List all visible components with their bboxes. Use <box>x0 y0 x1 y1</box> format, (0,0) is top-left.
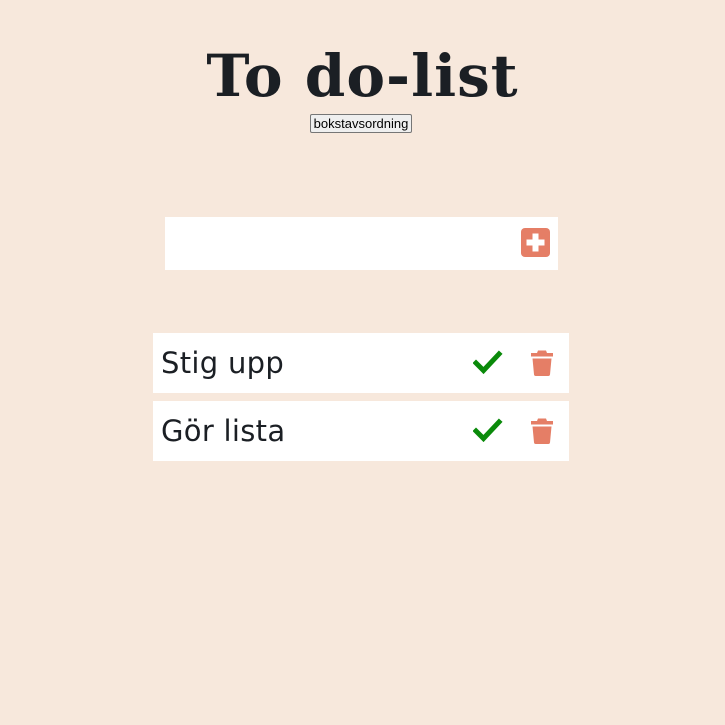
task-input[interactable] <box>175 225 505 262</box>
delete-button[interactable] <box>530 349 554 377</box>
todo-text: Stig upp <box>161 346 285 380</box>
check-icon <box>472 418 503 443</box>
sort-alphabetical-button[interactable]: bokstavsordning <box>310 114 412 133</box>
trash-icon <box>531 350 553 376</box>
plus-square-icon <box>526 233 545 252</box>
todo-item: Stig upp <box>153 333 569 393</box>
todo-item: Gör lista <box>153 401 569 461</box>
todo-text: Gör lista <box>161 414 286 448</box>
trash-icon <box>531 418 553 444</box>
complete-button[interactable] <box>472 350 503 376</box>
add-task-button[interactable] <box>521 228 550 257</box>
delete-button[interactable] <box>530 417 554 445</box>
add-task-form <box>165 217 558 270</box>
check-icon <box>472 350 503 375</box>
todo-list: Stig upp Gör lista <box>153 333 569 469</box>
page-title: To do-list <box>206 42 519 110</box>
complete-button[interactable] <box>472 418 503 444</box>
